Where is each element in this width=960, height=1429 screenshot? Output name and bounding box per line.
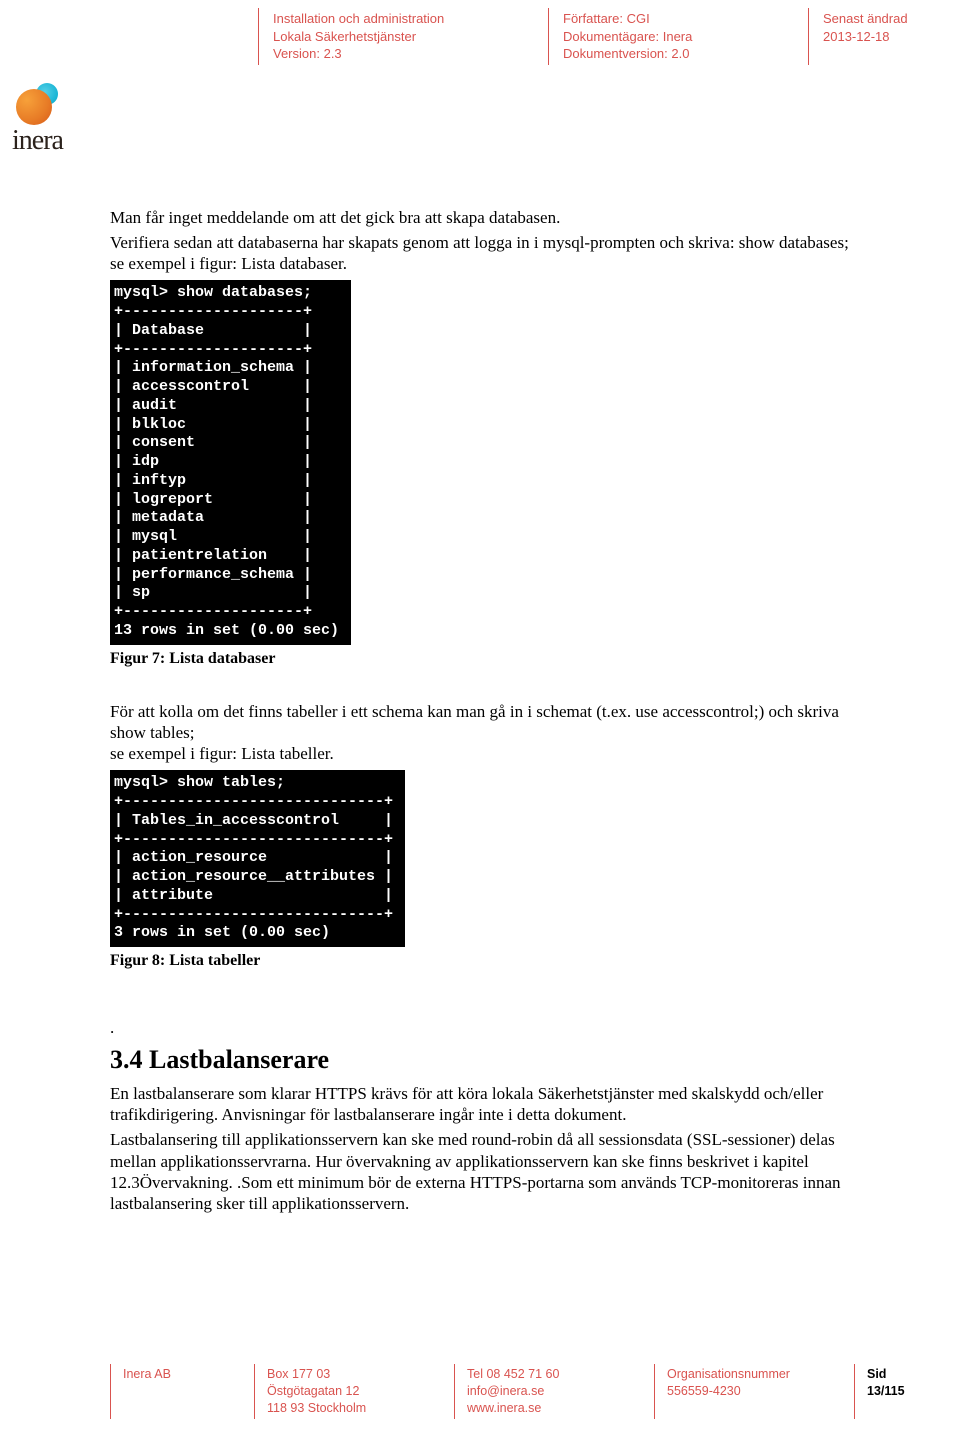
section-heading: 3.4 Lastbalanserare bbox=[110, 1044, 850, 1077]
logo-swirl-icon bbox=[12, 85, 60, 129]
terminal-output-tables: mysql> show tables; +-------------------… bbox=[110, 770, 405, 947]
footer-page-number: Sid 13/115 bbox=[867, 1366, 926, 1400]
footer-line: Tel 08 452 71 60 bbox=[467, 1366, 638, 1383]
header-line: Senast ändrad bbox=[823, 10, 930, 28]
header-line: Version: 2.3 bbox=[273, 45, 530, 63]
footer-col-orgnum: Organisationsnummer 556559-4230 bbox=[654, 1364, 854, 1419]
document-header: Installation och administration Lokala S… bbox=[0, 0, 960, 65]
paragraph: Man får inget meddelande om att det gick… bbox=[110, 207, 850, 228]
footer-col-contact: Tel 08 452 71 60 info@inera.se www.inera… bbox=[454, 1364, 654, 1419]
paragraph: För att kolla om det finns tabeller i et… bbox=[110, 701, 850, 765]
header-col-3: Senast ändrad 2013-12-18 bbox=[808, 8, 948, 65]
header-col-2: Författare: CGI Dokumentägare: Inera Dok… bbox=[548, 8, 808, 65]
header-line: 2013-12-18 bbox=[823, 28, 930, 46]
paragraph-dot: . bbox=[110, 1017, 850, 1038]
document-body: Man får inget meddelande om att det gick… bbox=[110, 207, 850, 1215]
footer-line: Box 177 03 bbox=[267, 1366, 438, 1383]
header-line: Författare: CGI bbox=[563, 10, 790, 28]
figure-caption-8: Figur 8: Lista tabeller bbox=[110, 951, 850, 971]
footer-line: 556559-4230 bbox=[667, 1383, 838, 1400]
header-line: Dokumentversion: 2.0 bbox=[563, 45, 790, 63]
header-line: Dokumentägare: Inera bbox=[563, 28, 790, 46]
logo: inera bbox=[12, 85, 92, 157]
paragraph: Lastbalansering till applikationsservern… bbox=[110, 1129, 850, 1214]
footer-col-page: Sid 13/115 bbox=[854, 1364, 942, 1419]
logo-text: inera bbox=[12, 125, 92, 157]
header-line: Lokala Säkerhetstjänster bbox=[273, 28, 530, 46]
footer-col-company: Inera AB bbox=[110, 1364, 254, 1419]
terminal-output-databases: mysql> show databases; +----------------… bbox=[110, 280, 351, 644]
paragraph: Verifiera sedan att databaserna har skap… bbox=[110, 232, 850, 275]
figure-caption-7: Figur 7: Lista databaser bbox=[110, 649, 850, 669]
footer-line: Östgötagatan 12 bbox=[267, 1383, 438, 1400]
header-line: Installation och administration bbox=[273, 10, 530, 28]
footer-line: Organisationsnummer bbox=[667, 1366, 838, 1383]
footer-line: Inera AB bbox=[123, 1366, 238, 1383]
footer-line: info@inera.se bbox=[467, 1383, 638, 1400]
paragraph: En lastbalanserare som klarar HTTPS kräv… bbox=[110, 1083, 850, 1126]
footer-line: 118 93 Stockholm bbox=[267, 1400, 438, 1417]
document-footer: Inera AB Box 177 03 Östgötagatan 12 118 … bbox=[0, 1364, 960, 1419]
footer-col-address: Box 177 03 Östgötagatan 12 118 93 Stockh… bbox=[254, 1364, 454, 1419]
footer-line: www.inera.se bbox=[467, 1400, 638, 1417]
header-col-1: Installation och administration Lokala S… bbox=[258, 8, 548, 65]
